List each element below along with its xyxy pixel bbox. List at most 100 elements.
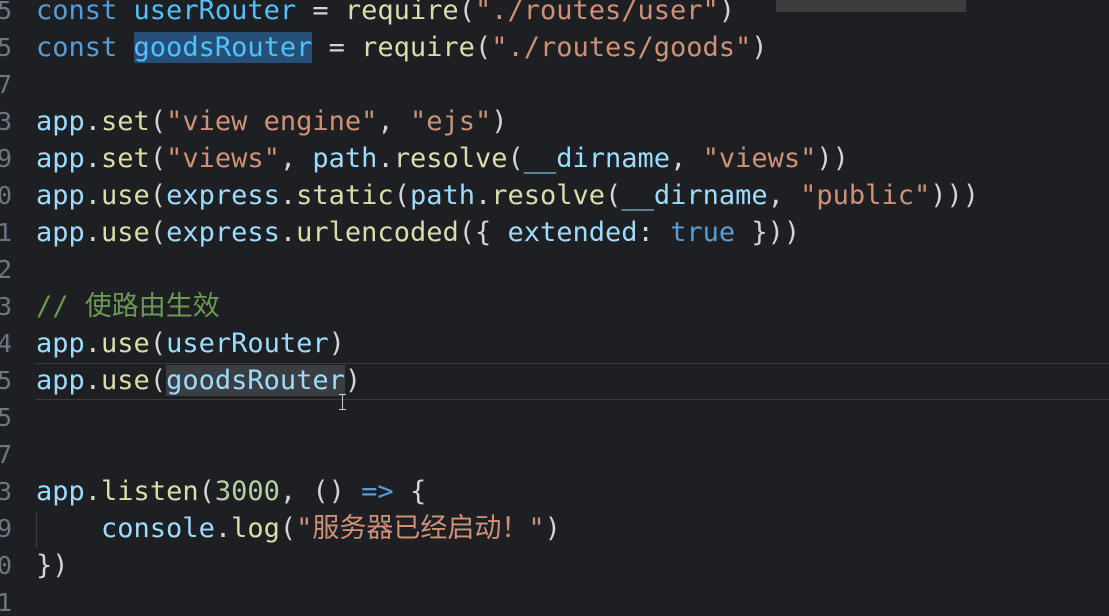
code-token: app [36,106,85,137]
code-token: . [84,476,102,507]
code-token: : [637,217,671,248]
code-token: userRouter [166,328,329,359]
code-token: ) [718,0,736,26]
code-token: . [377,143,394,174]
line-number: 5 [0,366,12,395]
code-token: ( [149,328,167,359]
code-token: true [670,217,736,248]
code-line: }) [36,547,69,584]
code-token: path [409,180,475,211]
code-token: ) [328,328,345,359]
code-editor[interactable]: 5 5 7 3 9 0 1 2 3 4 5 5 7 3 9 0 1 const userRouter = req… [0,0,1109,616]
code-token: set [101,143,150,174]
code-token: . [84,143,102,174]
code-token: app [36,328,85,359]
code-token: const [36,0,134,26]
line-number: 5 [0,0,12,25]
code-token: // 使路由生效 [36,291,220,322]
code-token: ( [149,143,167,174]
code-token: "ejs" [409,106,492,137]
code-token: ( [198,476,215,507]
line-number: 3 [0,107,12,136]
code-token: ( [458,0,475,26]
code-token: })) [735,217,801,248]
code-token: { [393,476,427,507]
code-token: , [279,143,313,174]
code-token: }) [36,550,69,581]
code-token: set [101,106,150,137]
code-token: = [296,0,345,26]
code-token: . [84,365,102,396]
line-number-gutter: 5 5 7 3 9 0 1 2 3 4 5 5 7 3 9 0 1 [0,0,20,616]
code-token: urlencoded [296,217,459,248]
code-token: express [166,217,280,248]
line-number: 1 [0,588,12,616]
code-token: ))) [930,180,979,211]
line-number: 5 [0,403,12,432]
code-token: => [361,476,394,507]
code-token: ( [393,180,410,211]
code-token: use [101,365,150,396]
code-token: ( [507,143,524,174]
code-token: static [296,180,394,211]
line-number: 1 [0,218,12,247]
code-token: listen [101,476,199,507]
code-token: . [84,328,102,359]
code-token: express [166,180,280,211]
code-token: "view engine" [166,106,378,137]
code-line: app.use(userRouter) [36,325,345,362]
code-token: __dirname [621,180,768,211]
code-line: // 使路由生效 [36,288,220,325]
code-token: path [312,143,378,174]
code-token: ( [149,106,167,137]
code-token: use [101,180,150,211]
code-token: extended [507,217,638,248]
code-token: ) [544,513,561,544]
code-token: log [231,513,280,544]
indent-guide [36,512,37,548]
code-token: ) [491,106,508,137]
code-token: app [36,365,85,396]
line-number: 5 [0,33,12,62]
code-token: console [101,513,215,544]
line-number: 4 [0,329,12,358]
code-token: "public" [800,180,931,211]
code-token: ( [149,217,167,248]
code-line: app.set("view engine", "ejs") [36,103,507,140]
code-token: "views" [166,143,280,174]
code-token: const [36,32,134,63]
code-token: ({ [458,217,508,248]
code-line: const goodsRouter = require("./routes/go… [36,29,768,66]
code-token: resolve [393,143,508,174]
line-number: 9 [0,514,12,543]
code-token: ( [474,32,492,63]
code-token: )) [816,143,849,174]
code-token: , () [279,476,362,507]
line-number: 0 [0,551,12,580]
code-token: userRouter [133,0,297,26]
code-token: "服务器已经启动！" [296,513,545,544]
code-line: const userRouter = require("./routes/use… [36,0,735,29]
code-token: , [670,143,703,174]
code-token: "./routes/goods" [491,32,752,63]
code-token: . [84,180,102,211]
code-token: ( [149,180,167,211]
line-number: 9 [0,144,12,173]
code-line: app.set("views", path.resolve(__dirname,… [36,140,849,177]
code-token: use [101,328,150,359]
code-token: require [344,0,459,26]
code-token: , [767,180,801,211]
code-token: resolve [491,180,606,211]
code-area[interactable]: const userRouter = require("./routes/use… [36,0,1109,616]
code-token: = [312,32,362,63]
code-token: app [36,476,85,507]
code-token: app [36,217,85,248]
code-token: 3000 [214,476,280,507]
code-token: . [475,180,492,211]
code-token: , [377,106,410,137]
code-token: . [214,513,232,544]
code-line: app.use(goodsRouter) [36,362,361,399]
code-line: console.log("服务器已经启动！") [36,510,561,547]
line-number: 7 [0,440,12,469]
